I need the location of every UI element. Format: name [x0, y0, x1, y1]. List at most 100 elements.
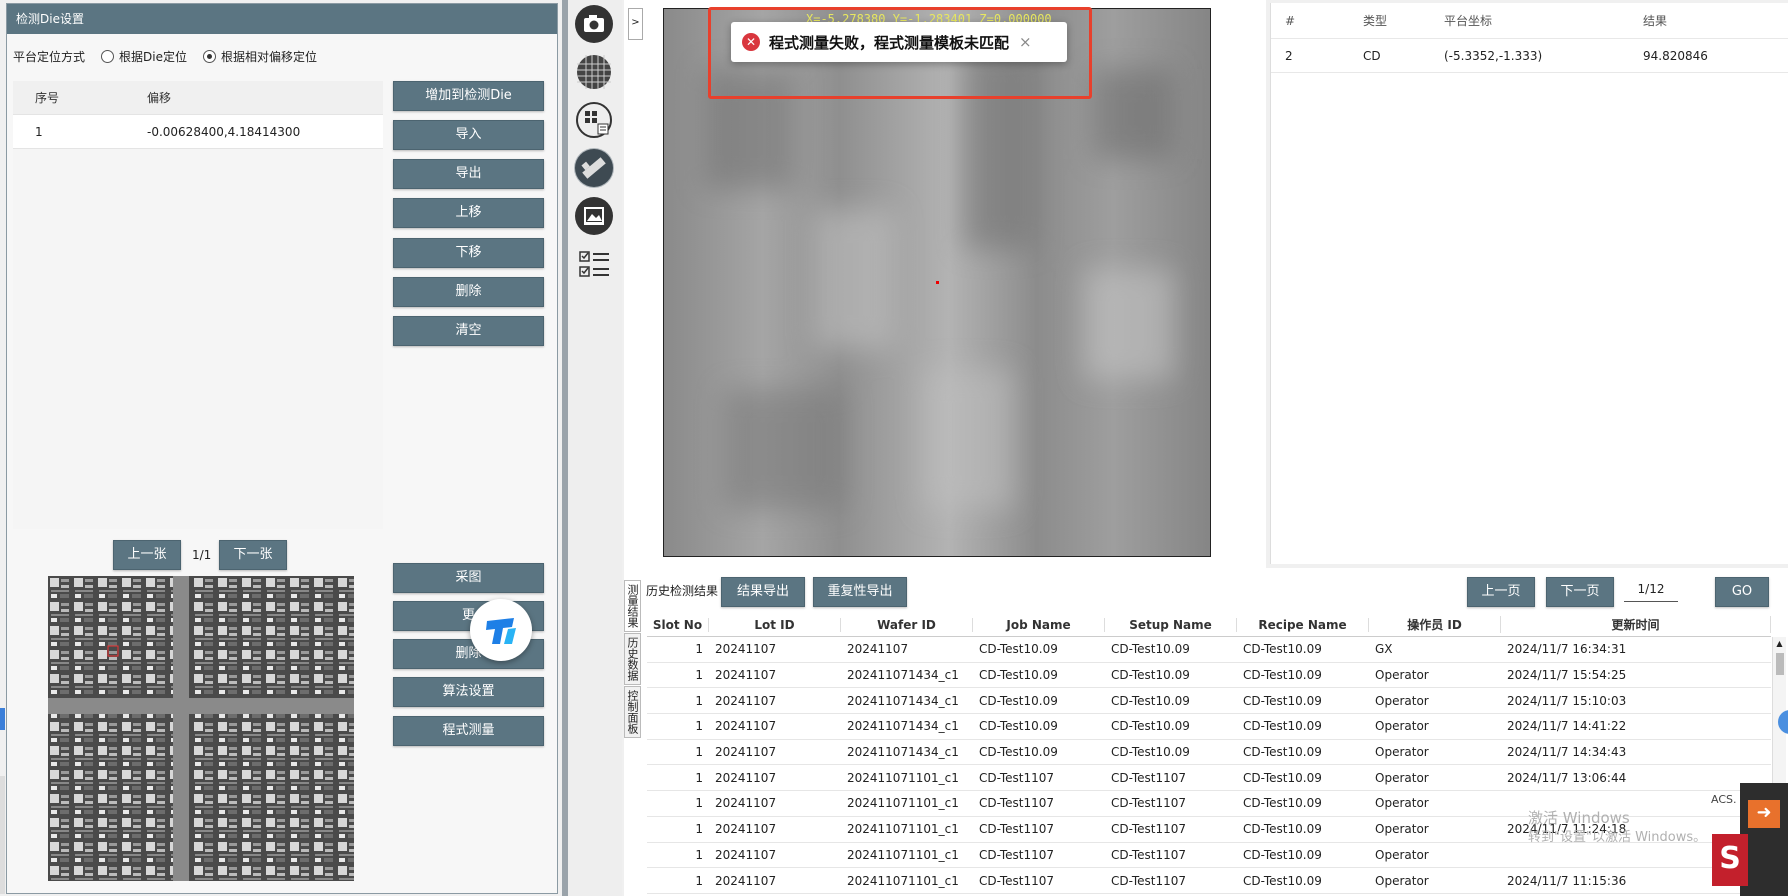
cell-recipe-name: CD-Test10.09 — [1243, 719, 1322, 734]
table-row[interactable]: 1 20241107 20241107 CD-Test10.09 CD-Test10.0… — [647, 637, 1771, 663]
recipe-measure-button[interactable]: 程式测量 — [393, 716, 544, 746]
edge-indicator — [0, 708, 5, 730]
cell-operator-id: Operator — [1375, 745, 1429, 760]
col-number: # — [1285, 13, 1296, 28]
measurement-results-panel: # 类型 平台坐标 结果 2 CD (-5.3352,-1.333) 94.82… — [1270, 3, 1788, 564]
results-header: # 类型 平台坐标 结果 — [1271, 3, 1788, 39]
next-page-button[interactable]: 下一页 — [1546, 577, 1614, 607]
cell-setup-name: CD-Test10.09 — [1111, 668, 1190, 683]
cell-slot-no: 1 — [695, 770, 703, 785]
cell-job-name: CD-Test10.09 — [979, 745, 1058, 760]
cell-slot-no: 1 — [695, 873, 703, 888]
move-down-button[interactable]: 下移 — [393, 238, 544, 268]
close-icon[interactable]: × — [1019, 33, 1032, 51]
cell-operator-id: Operator — [1375, 770, 1429, 785]
table-row[interactable]: 1 20241107 202411071101_c1 CD-Test1107 CD-Te… — [647, 765, 1771, 792]
go-button[interactable]: GO — [1715, 577, 1769, 607]
cell-recipe-name: CD-Test10.09 — [1243, 822, 1322, 837]
cell-setup-name: CD-Test1107 — [1111, 847, 1187, 862]
scroll-up-icon[interactable]: ▲ — [1774, 639, 1786, 651]
cell-wafer-id: 20241107 — [847, 642, 909, 657]
col-offset-header: 偏移 — [147, 91, 172, 105]
locate-mode-label: 平台定位方式 — [13, 50, 86, 64]
table-row[interactable]: 1 20241107 202411071434_c1 CD-Test10.09 CD-T… — [647, 663, 1771, 689]
cell-slot-no: 1 — [695, 642, 703, 657]
cell-recipe-name: CD-Test10.09 — [1243, 745, 1322, 760]
page-input[interactable]: 1/12 — [1624, 582, 1678, 602]
tab-measure-results[interactable]: 测量结果 — [624, 580, 641, 632]
cell-recipe-name: CD-Test10.09 — [1243, 770, 1322, 785]
row-offset: -0.00628400,4.18414300 — [147, 124, 301, 139]
cell-slot-no: 1 — [695, 668, 703, 683]
cell-slot-no: 1 — [695, 719, 703, 734]
floating-app-badge[interactable] — [470, 599, 532, 661]
cell-operator-id: Operator — [1375, 822, 1429, 837]
cell-wafer-id: 202411071101_c1 — [847, 770, 959, 785]
cell-updated-time: 2024/11/7 15:10:03 — [1507, 693, 1627, 708]
tray-app-icon[interactable]: S — [1712, 834, 1748, 886]
watermark-line2: 转到"设置"以激活 Windows。 — [1528, 830, 1707, 845]
cell-slot-no: 1 — [695, 745, 703, 760]
col-type: 类型 — [1363, 14, 1388, 28]
capture-button[interactable]: 采图 — [393, 563, 544, 593]
col-operator-id: 操作员 ID — [1369, 616, 1501, 633]
camera-icon[interactable] — [574, 4, 614, 44]
export-button[interactable]: 导出 — [393, 159, 544, 189]
radio-offset-locate[interactable]: 根据相对偏移定位 — [202, 48, 317, 65]
die-layout-icon[interactable] — [574, 100, 614, 140]
clear-button[interactable]: 清空 — [393, 316, 544, 346]
cell-slot-no: 1 — [695, 796, 703, 811]
next-image-button[interactable]: 下一张 — [219, 540, 287, 570]
prev-page-button[interactable]: 上一页 — [1467, 577, 1535, 607]
cell-operator-id: GX — [1375, 642, 1393, 657]
windows-activation-watermark: 激活 Windows 转到"设置"以激活 Windows。 — [1528, 808, 1706, 848]
cell-operator-id: Operator — [1375, 796, 1429, 811]
scroll-thumb[interactable] — [1775, 653, 1784, 675]
radio-die-locate[interactable]: 根据Die定位 — [101, 48, 187, 65]
import-button[interactable]: 导入 — [393, 120, 544, 150]
cell-slot-no: 1 — [695, 693, 703, 708]
table-row[interactable]: 1 20241107 202411071434_c1 CD-Test10.09 CD-T… — [647, 714, 1771, 740]
col-wafer-id: Wafer ID — [841, 617, 973, 632]
cell-setup-name: CD-Test1107 — [1111, 873, 1187, 888]
result-export-button[interactable]: 结果导出 — [721, 577, 805, 607]
cell-job-name: CD-Test1107 — [979, 873, 1055, 888]
table-row[interactable]: 1 20241107 202411071434_c1 CD-Test10.09 CD-T… — [647, 688, 1771, 715]
cell-job-name: CD-Test1107 — [979, 822, 1055, 837]
arrow-right-icon[interactable]: ➜ — [1748, 800, 1780, 828]
error-toast: ✕ 程式测量失败，程式测量模板未匹配 × — [731, 22, 1067, 62]
tab-history-data[interactable]: 历史数据 — [624, 633, 641, 685]
cell-recipe-name: CD-Test10.09 — [1243, 873, 1322, 888]
cell-setup-name: CD-Test1107 — [1111, 796, 1187, 811]
cell-wafer-id: 202411071434_c1 — [847, 693, 959, 708]
error-icon: ✕ — [742, 33, 760, 51]
table-row[interactable]: 1 20241107 202411071434_c1 CD-Test10.09 CD-T… — [647, 740, 1771, 766]
image-gallery-icon[interactable] — [574, 196, 614, 236]
cell-job-name: CD-Test1107 — [979, 847, 1055, 862]
cell-recipe-name: CD-Test10.09 — [1243, 847, 1322, 862]
cell-updated-time: 2024/11/7 15:54:25 — [1507, 668, 1627, 683]
cell-recipe-name: CD-Test10.09 — [1243, 668, 1322, 683]
repeatability-export-button[interactable]: 重复性导出 — [813, 577, 907, 607]
tab-control-panel[interactable]: 控制面板 — [624, 686, 641, 738]
table-header: 序号 偏移 — [13, 81, 383, 115]
ruler-icon[interactable] — [574, 148, 614, 188]
algorithm-settings-button[interactable]: 算法设置 — [393, 677, 544, 707]
prev-image-button[interactable]: 上一张 — [113, 540, 181, 570]
table-row[interactable]: 1 20241107 202411071101_c1 CD-Test1107 CD-Te… — [647, 868, 1771, 894]
checklist-icon[interactable] — [574, 244, 614, 284]
table-row[interactable]: 2 CD (-5.3352,-1.333) 94.820846 — [1271, 39, 1788, 73]
cell-wafer-id: 202411071434_c1 — [847, 745, 959, 760]
move-up-button[interactable]: 上移 — [393, 198, 544, 228]
expand-arrow-icon[interactable]: > — [628, 8, 643, 40]
die-offset-table: 序号 偏移 1 -0.00628400,4.18414300 — [13, 81, 383, 529]
cell-operator-id: Operator — [1375, 719, 1429, 734]
wafer-map-icon[interactable] — [574, 52, 614, 92]
result-number: 2 — [1285, 48, 1293, 63]
template-thumbnail[interactable] — [48, 576, 354, 881]
cell-lot-id: 20241107 — [715, 719, 777, 734]
table-row[interactable]: 1 -0.00628400,4.18414300 — [13, 115, 383, 149]
delete-button[interactable]: 删除 — [393, 277, 544, 307]
add-to-die-button[interactable]: 增加到检测Die — [393, 81, 544, 111]
cell-lot-id: 20241107 — [715, 796, 777, 811]
